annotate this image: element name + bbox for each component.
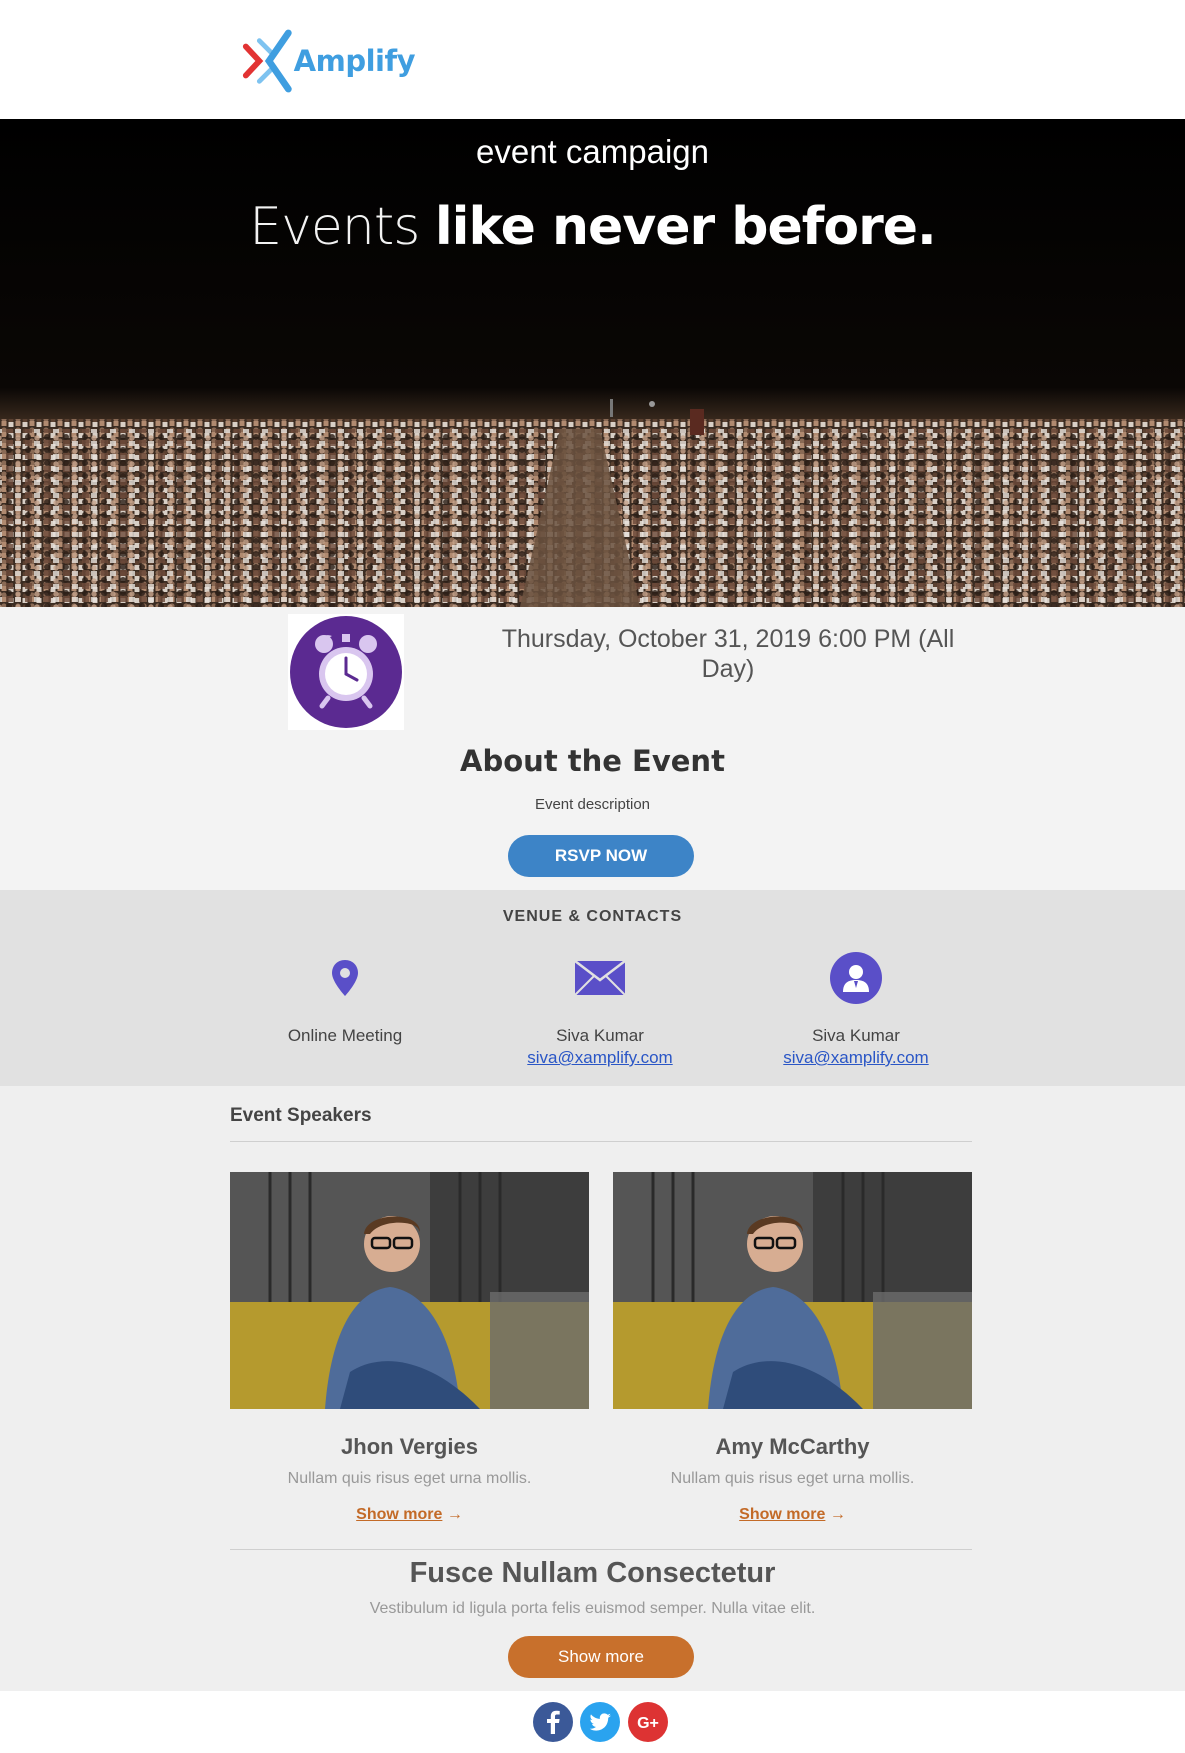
venue-item-location: Online Meeting	[215, 948, 475, 1046]
venue-item-contact: Siva Kumar siva@xamplify.com	[470, 948, 730, 1068]
arrow-right-icon: →	[446, 1506, 463, 1523]
divider	[230, 1549, 972, 1550]
brand-name: Amplify	[293, 44, 416, 78]
contact-email-link[interactable]: siva@xamplify.com	[726, 1048, 986, 1068]
envelope-icon	[574, 960, 626, 996]
feature-title: Fusce Nullam Consectetur	[409, 1557, 776, 1589]
speaker-photo	[230, 1172, 589, 1409]
event-date-line1: Thursday, October 31, 2019 6:00 PM (All	[501, 625, 955, 653]
hero-title-bold: like never before.	[434, 197, 937, 257]
alarm-clock-icon	[288, 614, 404, 730]
conference-crowd-image	[0, 119, 1185, 607]
brand-logo[interactable]: Amplify	[240, 26, 416, 96]
email-page: Amplify event campaign Events like never…	[0, 0, 1185, 1753]
show-more-button[interactable]: Show more	[508, 1636, 694, 1678]
speaker-description: Nullam quis risus eget urna mollis.	[670, 1470, 915, 1487]
event-date-line2: Day)	[701, 655, 755, 683]
event-date: Thursday, October 31, 2019 6:00 PM (All …	[480, 624, 976, 684]
feature-description: Vestibulum id ligula porta felis euismod…	[369, 1600, 816, 1617]
divider	[230, 1141, 972, 1142]
speaker-name: Jhon Vergies	[341, 1434, 478, 1459]
speakers-title: Event Speakers	[230, 1105, 372, 1126]
facebook-icon[interactable]	[533, 1702, 573, 1742]
speaker-photo	[613, 1172, 972, 1409]
speaker-name: Amy McCarthy	[715, 1434, 870, 1459]
map-pin-icon	[332, 960, 358, 996]
contact-name: Siva Kumar	[556, 1026, 644, 1045]
rsvp-button[interactable]: RSVP NOW	[508, 835, 694, 877]
google-plus-icon[interactable]: G+	[628, 1702, 668, 1742]
hero-kicker: event campaign	[476, 133, 709, 170]
show-more-link[interactable]: Show more	[739, 1506, 825, 1523]
about-title: About the Event	[460, 744, 725, 778]
about-description: Event description	[534, 796, 651, 813]
venue-title: VENUE & CONTACTS	[502, 908, 683, 925]
hero-title-light: Events	[249, 197, 435, 257]
svg-text:G+: G+	[637, 1715, 659, 1732]
speaker-show-more: Show more →	[613, 1506, 972, 1524]
speaker-card: Amy McCarthy Nullam quis risus eget urna…	[613, 1172, 972, 1524]
twitter-icon[interactable]	[580, 1702, 620, 1742]
venue-name: Online Meeting	[287, 1026, 403, 1045]
venue-item-person: Siva Kumar siva@xamplify.com	[726, 948, 986, 1068]
arrow-right-icon: →	[829, 1506, 846, 1523]
speaker-show-more: Show more →	[230, 1506, 589, 1524]
speaker-card: Jhon Vergies Nullam quis risus eget urna…	[230, 1172, 589, 1524]
show-more-link[interactable]: Show more	[356, 1506, 442, 1523]
contact-name: Siva Kumar	[812, 1026, 900, 1045]
hero-banner: event campaign Events like never before.	[0, 119, 1185, 607]
hero-title: Events like never before.	[0, 197, 1185, 257]
contact-email-link[interactable]: siva@xamplify.com	[470, 1048, 730, 1068]
header: Amplify	[0, 0, 1185, 119]
speaker-description: Nullam quis risus eget urna mollis.	[287, 1470, 532, 1487]
contact-person-icon	[830, 952, 882, 1004]
